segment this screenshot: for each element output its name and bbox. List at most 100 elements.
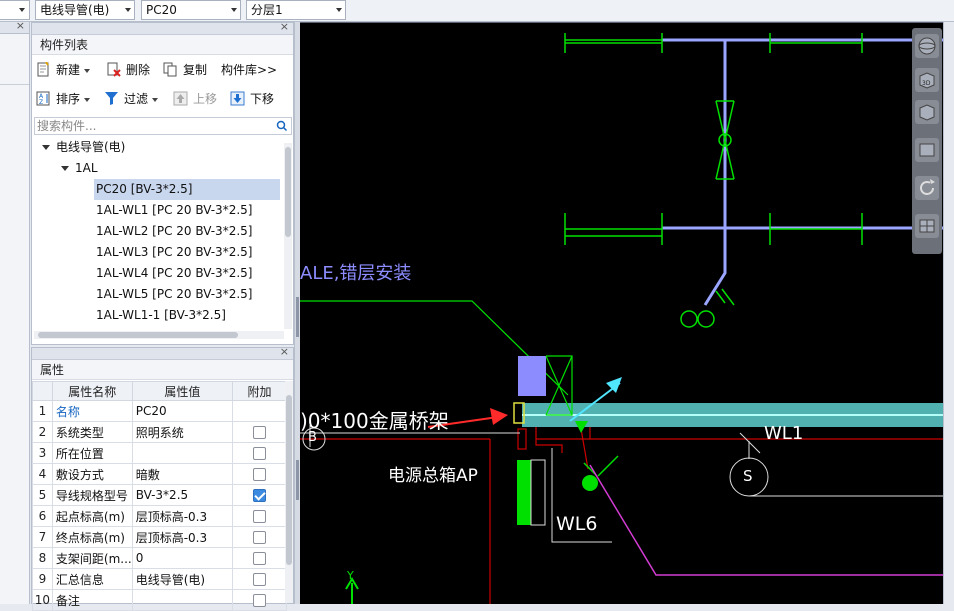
checkbox-checked[interactable] [253,489,267,502]
property-value[interactable]: 0 [131,547,234,569]
component-select[interactable]: PC20 [141,0,241,20]
property-row[interactable]: 1 名称 PC20 [32,400,287,422]
property-row[interactable]: 5 导线规格型号 BV-3*2.5 [32,484,287,506]
chevron-down-icon [231,8,237,12]
properties-scrollbar[interactable] [285,381,293,603]
panel-titlebar: × [32,345,293,360]
move-down-button[interactable]: 下移 [230,90,274,108]
scrollbar-thumb[interactable] [285,147,291,237]
cad-lamp-symbol [582,475,598,491]
property-row[interactable]: 3 所在位置 [32,442,287,464]
tree-vertical-scrollbar[interactable] [284,143,292,329]
cad-text-s: S [743,467,753,485]
tree-node-root[interactable]: 电线导管(电) [42,137,125,158]
view-box-button[interactable] [915,138,939,162]
cad-text-box: 电源总箱AP [388,466,478,486]
tree-item-label: 1AL-WL1-1 [BV-3*2.5] [96,308,226,322]
splitter-grip[interactable] [296,297,299,337]
tree-item[interactable]: 1AL-WL1 [PC 20 BV-3*2.5] [96,200,252,221]
view-navigation-bar: 3D [912,28,942,254]
tree-horizontal-scrollbar[interactable] [34,331,284,339]
cad-text-wl1: WL1 [764,423,804,444]
row-number: 7 [32,526,53,548]
move-up-button[interactable]: 上移 [173,90,217,108]
property-extra-cell [232,421,287,443]
property-row[interactable]: 9 汇总信息 电线导管(电) [32,568,287,590]
property-row[interactable]: 6 起点标高(m) 层顶标高-0.3 [32,505,287,527]
cad-magenta-line [589,464,954,576]
property-row[interactable]: 4 敷设方式 暗敷 [32,463,287,485]
layers-button[interactable] [915,214,939,238]
close-icon[interactable]: × [280,20,289,33]
cad-text-wl6: WL6 [556,513,598,535]
property-value[interactable]: 层顶标高-0.3 [131,526,234,548]
delete-button[interactable]: 删除 [106,61,150,79]
row-number: 3 [32,442,53,464]
chevron-down-icon [152,97,159,102]
view-3d-button[interactable]: 3D [915,68,939,92]
property-row[interactable]: 10 备注 [32,589,287,611]
view-cube-button[interactable] [915,100,939,124]
property-extra-cell [232,442,287,464]
close-icon[interactable]: × [280,345,289,358]
search-icon[interactable] [276,120,288,132]
new-button[interactable]: 新建 [36,61,91,79]
tree-item[interactable]: 1AL-WL1-1 [BV-3*2.5] [96,305,226,326]
component-type-select[interactable]: 电线导管(电) [35,0,135,20]
checkbox[interactable] [253,510,267,523]
property-row[interactable]: 2 系统类型 照明系统 [32,421,287,443]
component-search-input[interactable]: 搜索构件... [34,117,292,135]
search-placeholder: 搜索构件... [37,119,97,133]
cad-text-y: Y [347,569,354,582]
dock-strip-item[interactable] [0,57,29,85]
property-name: 导线规格型号 [51,484,133,506]
expand-triangle-icon[interactable] [42,145,50,150]
property-value[interactable] [131,589,234,611]
expand-triangle-icon[interactable] [61,166,69,171]
tree-node-group[interactable]: 1AL [61,158,98,179]
property-name: 起点标高(m) [51,505,133,527]
property-value[interactable]: 照明系统 [131,421,234,443]
checkbox[interactable] [253,573,267,586]
property-value[interactable] [131,442,234,464]
property-extra-cell [232,526,287,548]
layer-select[interactable]: 分层1 [246,0,346,20]
property-extra-cell [232,547,287,569]
cad-drawing [300,33,954,604]
checkbox[interactable] [253,447,267,460]
property-value[interactable]: 电线导管(电) [131,568,234,590]
top-toolbar: 电线导管(电) PC20 分层1 [0,0,954,22]
property-value[interactable]: 层顶标高-0.3 [131,505,234,527]
tree-item[interactable]: 1AL-WL4 [PC 20 BV-3*2.5] [96,263,252,284]
property-value[interactable]: PC20 [131,400,234,422]
checkbox[interactable] [253,594,267,607]
close-icon[interactable]: × [16,19,25,32]
tree-item[interactable]: 1AL-WL2 [PC 20 BV-3*2.5] [96,221,252,242]
filter-button[interactable]: 过滤 [104,90,159,108]
row-number: 1 [32,400,53,422]
left-dropdown-stub[interactable] [0,0,30,20]
checkbox[interactable] [253,468,267,481]
property-value[interactable]: 暗敷 [131,463,234,485]
splitter-grip[interactable] [296,460,299,500]
tree-item[interactable]: 1AL-WL3 [PC 20 BV-3*2.5] [96,242,252,263]
rotate-button[interactable] [915,176,939,200]
sort-button[interactable]: AZ 排序 [36,90,91,108]
cad-red-wiring [300,422,954,604]
property-extra-cell [232,505,287,527]
filter-label: 过滤 [124,92,149,106]
property-row[interactable]: 7 终点标高(m) 层顶标高-0.3 [32,526,287,548]
checkbox[interactable] [253,552,267,565]
drawing-canvas[interactable]: ALE,错层安装 )0*100金属桥架 电源总箱AP WL6 WL1 B S Y… [300,22,954,604]
scrollbar-thumb[interactable] [286,395,292,565]
tree-item[interactable]: 1AL-WL5 [PC 20 BV-3*2.5] [96,284,252,305]
property-value[interactable]: BV-3*2.5 [131,484,234,506]
orbit-button[interactable] [915,34,939,58]
scrollbar-thumb[interactable] [38,332,238,338]
tree-item[interactable]: PC20 [BV-3*2.5] [94,179,280,200]
column-header-value: 属性值 [131,381,234,401]
property-row[interactable]: 8 支架间距(m... 0 [32,547,287,569]
checkbox[interactable] [253,426,267,439]
checkbox[interactable] [253,531,267,544]
component-library-button[interactable]: 构件库>> [201,61,277,79]
